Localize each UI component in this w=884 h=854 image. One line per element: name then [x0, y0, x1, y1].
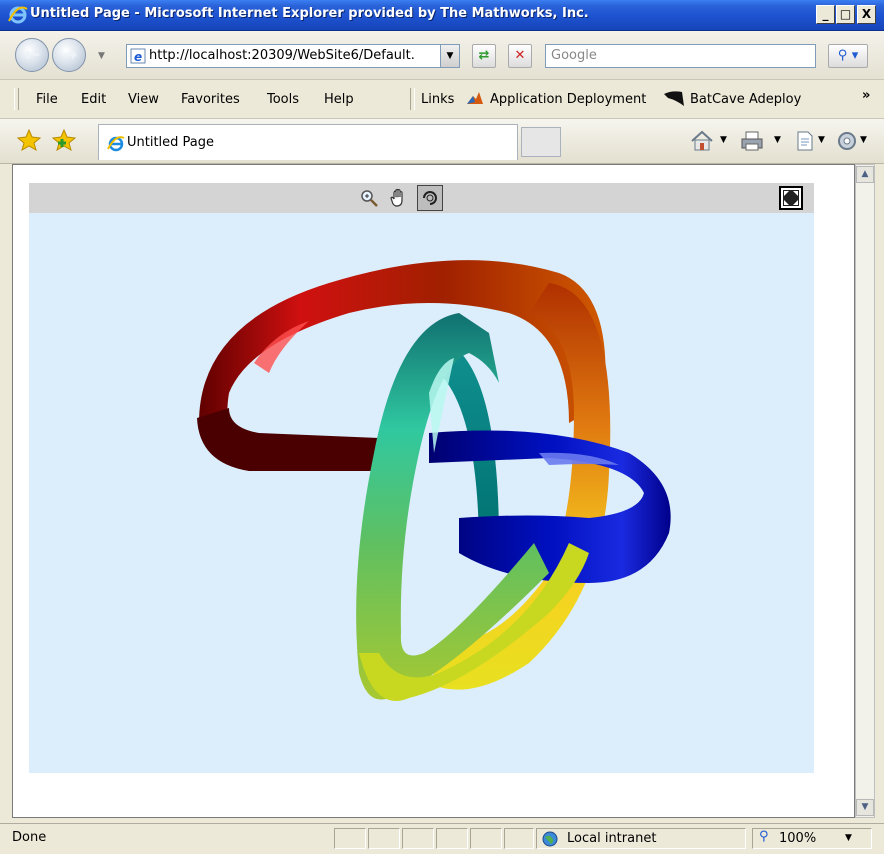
- scroll-up-button[interactable]: ▲: [856, 166, 874, 183]
- search-button[interactable]: ⚲ ▾: [828, 44, 868, 68]
- forward-arrow-icon: →: [60, 42, 78, 66]
- page-ie-icon: [107, 136, 125, 152]
- rotate-3d-button[interactable]: [417, 185, 443, 211]
- links-overflow-chevron[interactable]: »: [862, 88, 870, 103]
- batcave-icon: [664, 91, 684, 106]
- menu-favorites[interactable]: Favorites: [181, 92, 240, 107]
- window-title: Untitled Page - Microsoft Internet Explo…: [30, 6, 589, 21]
- status-bar: Done Local intranet ⚲ 100% ▼: [0, 823, 884, 854]
- tab-title: Untitled Page: [127, 135, 215, 150]
- fullscreen-button[interactable]: [779, 186, 803, 210]
- stop-icon: ✕: [514, 48, 526, 63]
- tab-untitled-page[interactable]: Untitled Page: [98, 124, 518, 160]
- search-icon: ⚲ ▾: [837, 48, 859, 63]
- zoom-dropdown-icon[interactable]: ▼: [845, 833, 852, 843]
- security-zone-text: Local intranet: [567, 831, 657, 846]
- refresh-button[interactable]: ⇄: [472, 44, 496, 68]
- menu-tools[interactable]: Tools: [267, 92, 299, 107]
- stop-button[interactable]: ✕: [508, 44, 532, 68]
- menu-view[interactable]: View: [128, 92, 159, 107]
- history-dropdown-icon[interactable]: ▼: [98, 51, 105, 61]
- search-placeholder: Google: [551, 48, 597, 63]
- links-label: Links: [421, 92, 455, 107]
- status-panel: [368, 828, 400, 849]
- page-ie-icon: e: [130, 48, 146, 64]
- home-icon[interactable]: [690, 130, 714, 152]
- print-dropdown-icon[interactable]: ▼: [774, 135, 781, 145]
- forward-button[interactable]: →: [52, 38, 86, 72]
- knot-segment-red-lower: [197, 408, 379, 471]
- back-button[interactable]: ←: [15, 38, 49, 72]
- favorites-star-icon[interactable]: [17, 129, 41, 151]
- figure-toolbar: [29, 183, 814, 213]
- link-batcave-adeploy[interactable]: BatCave Adeploy: [690, 92, 801, 107]
- menu-bar: File Edit View Favorites Tools Help Link…: [0, 80, 884, 119]
- matlab-figure: [29, 183, 814, 773]
- globe-icon: [542, 831, 558, 847]
- status-panel: [402, 828, 434, 849]
- vertical-scrollbar[interactable]: ▲ ▼: [855, 164, 875, 818]
- rotate-3d-icon: [423, 191, 437, 205]
- link-application-deployment[interactable]: Application Deployment: [490, 92, 646, 107]
- home-dropdown-icon[interactable]: ▼: [720, 135, 727, 145]
- matlab-logo-icon: [467, 92, 483, 104]
- svg-text:e: e: [134, 50, 142, 64]
- scroll-down-button[interactable]: ▼: [856, 799, 874, 816]
- tab-toolbar: Untitled Page ▼ ▼ ▼ ▼: [0, 119, 884, 164]
- status-panel: [334, 828, 366, 849]
- page-icon[interactable]: [794, 130, 816, 152]
- ie-logo-icon: [8, 6, 28, 24]
- zoom-in-icon[interactable]: [359, 188, 379, 208]
- address-input[interactable]: e http://localhost:20309/WebSite6/Defaul…: [126, 44, 460, 68]
- refresh-icon: ⇄: [478, 48, 490, 63]
- menu-separator: [410, 88, 415, 110]
- tools-dropdown-icon[interactable]: ▼: [860, 135, 867, 145]
- page-dropdown-icon[interactable]: ▼: [818, 135, 825, 145]
- menu-grip: [14, 88, 19, 110]
- address-toolbar: ← → ▼ e http://localhost:20309/WebSite6/…: [0, 31, 884, 80]
- search-input[interactable]: Google: [545, 44, 816, 68]
- tools-icon[interactable]: [836, 130, 858, 152]
- zoom-panel[interactable]: ⚲ 100% ▼: [752, 828, 872, 849]
- menu-file[interactable]: File: [36, 92, 58, 107]
- pan-hand-icon[interactable]: [389, 187, 411, 209]
- zoom-level: 100%: [779, 831, 817, 846]
- title-bar[interactable]: Untitled Page - Microsoft Internet Explo…: [0, 0, 884, 31]
- add-favorite-icon[interactable]: [52, 129, 76, 151]
- menu-help[interactable]: Help: [324, 92, 354, 107]
- status-panel: [436, 828, 468, 849]
- menu-edit[interactable]: Edit: [81, 92, 106, 107]
- status-text: Done: [12, 830, 47, 845]
- address-url: http://localhost:20309/WebSite6/Default.: [149, 48, 415, 63]
- print-icon[interactable]: [740, 130, 764, 152]
- security-zone-panel[interactable]: Local intranet: [536, 828, 746, 849]
- back-arrow-icon: ←: [23, 42, 41, 66]
- new-tab-button[interactable]: [521, 127, 561, 157]
- zoom-icon: ⚲: [759, 829, 769, 844]
- maximize-button[interactable]: □: [836, 5, 855, 24]
- status-panel: [470, 828, 502, 849]
- status-panel: [504, 828, 534, 849]
- fullscreen-icon: [783, 190, 799, 206]
- close-button[interactable]: X: [857, 5, 876, 24]
- knot-surface-plot[interactable]: [29, 213, 814, 773]
- address-dropdown-button[interactable]: ▼: [440, 44, 460, 68]
- minimize-button[interactable]: _: [816, 5, 835, 24]
